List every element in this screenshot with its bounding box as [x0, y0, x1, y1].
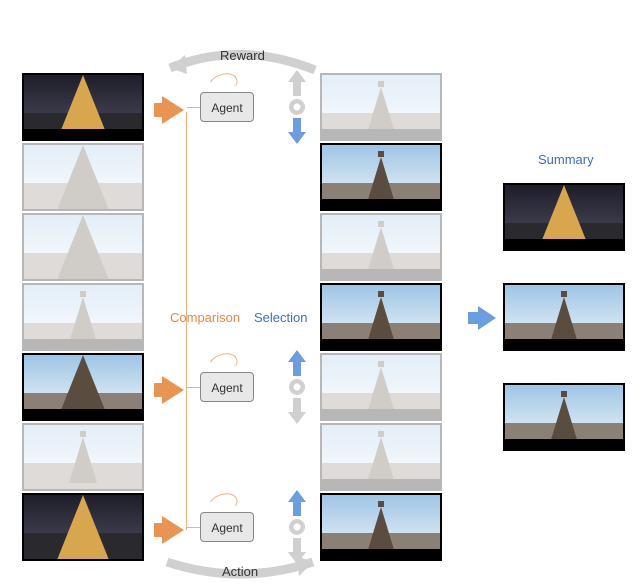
summary-frame-3	[503, 383, 625, 451]
summary-frame-1	[503, 183, 625, 251]
selection-up-1	[288, 70, 306, 98]
selection-up-3	[288, 490, 306, 518]
comparison-label: Comparison	[170, 310, 240, 325]
processed-frame-3	[320, 213, 442, 281]
input-frame-7	[22, 493, 144, 561]
processed-frame-7	[320, 493, 442, 561]
summary-label: Summary	[538, 152, 594, 167]
processed-frame-5	[320, 353, 442, 421]
summary-frame-2	[503, 283, 625, 351]
summary-arrow	[478, 306, 496, 330]
selection-label: Selection	[254, 310, 307, 325]
input-frame-6	[22, 423, 144, 491]
agent-box-1: Agent	[200, 92, 254, 122]
agent-label: Agent	[211, 521, 242, 535]
gear-icon-3	[290, 520, 304, 534]
input-frame-5	[22, 353, 144, 421]
input-arrow-3	[162, 516, 184, 544]
input-frame-4	[22, 283, 144, 351]
selection-down-1	[288, 116, 306, 144]
processed-frame-1	[320, 73, 442, 141]
gear-icon-2	[290, 380, 304, 394]
reward-label: Reward	[220, 48, 265, 63]
agent-connector-1	[187, 107, 200, 108]
agent-label: Agent	[211, 101, 242, 115]
input-arrow-1	[162, 96, 184, 124]
input-frame-3	[22, 213, 144, 281]
input-arrow-2	[162, 376, 184, 404]
selection-up-2	[288, 350, 306, 378]
gear-icon-1	[290, 100, 304, 114]
selection-down-2	[288, 396, 306, 424]
selection-down-3	[288, 536, 306, 564]
agent-connector-3	[187, 527, 200, 528]
processed-frame-4	[320, 283, 442, 351]
action-label: Action	[222, 564, 258, 579]
agent-connector-2	[187, 387, 200, 388]
input-frame-1	[22, 73, 144, 141]
processed-frame-6	[320, 423, 442, 491]
comparison-spine	[186, 112, 187, 530]
input-frame-2	[22, 143, 144, 211]
agent-label: Agent	[211, 381, 242, 395]
agent-box-2: Agent	[200, 372, 254, 402]
processed-frame-2	[320, 143, 442, 211]
agent-box-3: Agent	[200, 512, 254, 542]
